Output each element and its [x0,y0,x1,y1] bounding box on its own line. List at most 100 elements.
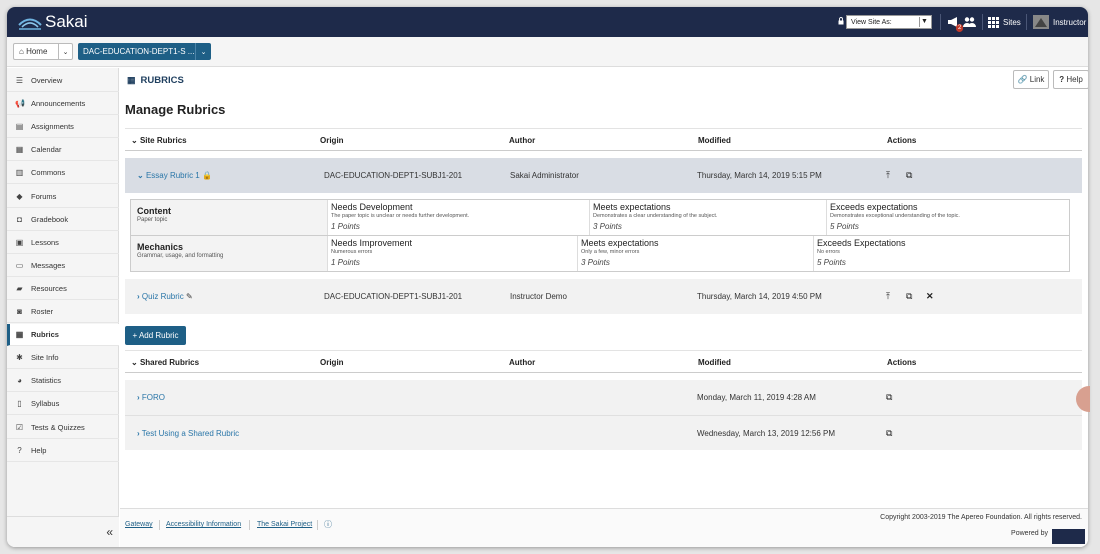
sidebar-item-announcements[interactable]: 📢 Announcements [7,93,119,116]
shared-rubric-row[interactable]: › Test Using a Shared Rubric Wednesday, … [125,415,1082,450]
sidebar-item-syllabus[interactable]: ▯ Syllabus [7,393,119,416]
checkbox-icon: ☑ [15,422,24,432]
copy-icon[interactable]: ⧉ [886,428,892,439]
rubric-name[interactable]: Essay Rubric 1 [146,171,200,180]
inbox-icon: ▭ [15,260,24,270]
rubric-origin: DAC-EDUCATION-DEPT1-SUBJ1-201 [324,292,463,301]
sidebar-item-commons[interactable]: ▥ Commons [7,162,119,185]
copy-icon[interactable]: ⧉ [906,170,912,181]
tool-menu-sidebar: « ☰ Overview 📢 Announcements ▤ Assignments ▦ Ca… [7,68,119,547]
col-origin[interactable]: Origin [320,136,344,145]
rubric-toggle[interactable]: › FORO [137,393,165,402]
shared-rubrics-toggle[interactable]: ⌄ Shared Rubrics [131,358,199,367]
sidebar-item-roster[interactable]: ◙ Roster [7,301,119,323]
sidebar-item-help[interactable]: ? Help [7,440,119,462]
table-icon: ▦ [15,330,24,340]
help-button[interactable]: ? Help [1053,70,1088,89]
shared-rubrics-heading: Shared Rubrics [139,358,200,367]
help-label: Help [1066,75,1083,84]
site-label: DAC-EDUCATION-DEPT1-S ... [83,47,195,56]
sidebar-item-messages[interactable]: ▭ Messages [7,255,119,277]
rubric-row[interactable]: ⌄ Essay Rubric 1 🔒 DAC-EDUCATION-DEPT1-S… [125,158,1082,193]
chevron-down-icon[interactable]: ⌄ [195,43,211,60]
sidebar-item-overview[interactable]: ☰ Overview [7,70,119,92]
chevron-down-icon: ⌄ [137,171,144,180]
sidebar-item-lessons[interactable]: ▣ Lessons [7,232,119,254]
sidebar-item-label: Overview [31,76,63,85]
info-icon[interactable]: ⓘ [324,519,332,530]
sites-label: Sites [1003,17,1021,27]
col-author[interactable]: Author [509,136,535,145]
col-author[interactable]: Author [509,358,535,367]
criterion-title: Content [137,206,171,216]
footer-link-gateway[interactable]: Gateway [125,521,153,528]
home-button[interactable]: ⌂ Home ⌄ [13,43,73,60]
sidebar-item-label: Messages [31,260,66,270]
footer-link-accessibility[interactable]: Accessibility Information [166,521,241,528]
sidebar-item-site-info[interactable]: ✱ Site Info [7,347,119,370]
current-site-button[interactable]: DAC-EDUCATION-DEPT1-S ... ⌄ [78,43,211,60]
sidebar-item-label: Syllabus [31,399,60,409]
link-label: Link [1029,75,1045,84]
site-rubrics-toggle[interactable]: ⌄ Site Rubrics [131,136,187,145]
sidebar-item-resources[interactable]: ▰ Resources [7,278,119,300]
double-chevron-left-icon: « [106,525,113,539]
sakai-logo[interactable]: Sakai [17,11,97,33]
sidebar-item-statistics[interactable]: ◕ Statistics [7,370,119,393]
rubric-toggle[interactable]: ⌄ Essay Rubric 1 🔒 [137,171,212,180]
criterion-title: Mechanics [137,242,184,252]
rubric-toggle[interactable]: › Quiz Rubric ✎ [137,292,193,301]
divider [317,520,318,530]
footer-link-sakai-project[interactable]: The Sakai Project [257,521,312,528]
copy-icon[interactable]: ⧉ [906,291,912,302]
sidebar-item-forums[interactable]: ◆ Forums [7,186,119,208]
sidebar-item-rubrics[interactable]: ▦ Rubrics [7,324,119,347]
col-modified[interactable]: Modified [698,358,731,367]
alert-count-badge: 2 [956,24,964,32]
rating-title: Needs Improvement [331,238,413,248]
sidebar-item-gradebook[interactable]: ◘ Gradebook [7,209,119,231]
rubric-author: Instructor Demo [510,292,567,301]
link-icon: 🔗 [1017,75,1028,84]
rating-points: 3 Points [593,222,622,231]
rubric-name[interactable]: Quiz Rubric [142,292,184,301]
sidebar-item-tests-quizzes[interactable]: ☑ Tests & Quizzes [7,417,119,439]
share-icon[interactable]: ⤒ [886,170,890,181]
rating-description: Demonstrates a clear understanding of th… [593,213,718,219]
rubric-name[interactable]: Test Using a Shared Rubric [142,429,239,438]
col-modified[interactable]: Modified [698,136,731,145]
divider [940,14,941,30]
edit-icon[interactable]: ✎ [186,292,193,301]
col-origin[interactable]: Origin [320,358,344,367]
sidebar-item-calendar[interactable]: ▦ Calendar [7,139,119,162]
sakai-footer-logo[interactable] [1052,529,1085,544]
page-title: Manage Rubrics [125,102,226,117]
commons-icon: ▥ [15,168,24,178]
chevron-down-icon[interactable]: ⌄ [58,44,72,59]
users-icon: ◙ [17,307,22,316]
logo-text: Sakai [45,12,88,31]
powered-by-text: Powered by [1011,530,1048,537]
collapse-menu-button[interactable]: « [7,516,119,547]
sidebar-item-assignments[interactable]: ▤ Assignments [7,116,119,139]
user-menu[interactable]: Instructor [1033,7,1086,37]
rubric-toggle[interactable]: › Test Using a Shared Rubric [137,429,239,438]
sites-button[interactable]: Sites [988,7,1021,37]
pie-chart-icon: ◕ [17,376,22,386]
sidebar-item-label: Site Info [31,353,59,363]
share-icon[interactable]: ⤒ [886,291,890,302]
delete-icon[interactable]: ✕ [926,291,934,302]
divider [982,14,983,30]
sidebar-item-label: Gradebook [31,214,69,224]
rubric-name[interactable]: FORO [142,393,165,402]
rating-level: Exceeds Expectations No errors 5 Points [814,236,1069,271]
copy-icon[interactable]: ⧉ [886,392,892,403]
chevron-right-icon: › [137,292,140,301]
add-rubric-button[interactable]: + Add Rubric [125,326,186,345]
rubric-row[interactable]: › Quiz Rubric ✎ DAC-EDUCATION-DEPT1-SUBJ… [125,279,1082,314]
notifications-button[interactable]: 2 [947,7,976,37]
link-button[interactable]: 🔗 Link [1013,70,1049,89]
view-site-as-select[interactable]: View Site As: ▼ [846,15,932,29]
shared-rubric-row[interactable]: › FORO Monday, March 11, 2019 4:28 AM ⧉ [125,380,1082,415]
rating-level: Needs Improvement Numerous errors 1 Poin… [328,236,578,271]
